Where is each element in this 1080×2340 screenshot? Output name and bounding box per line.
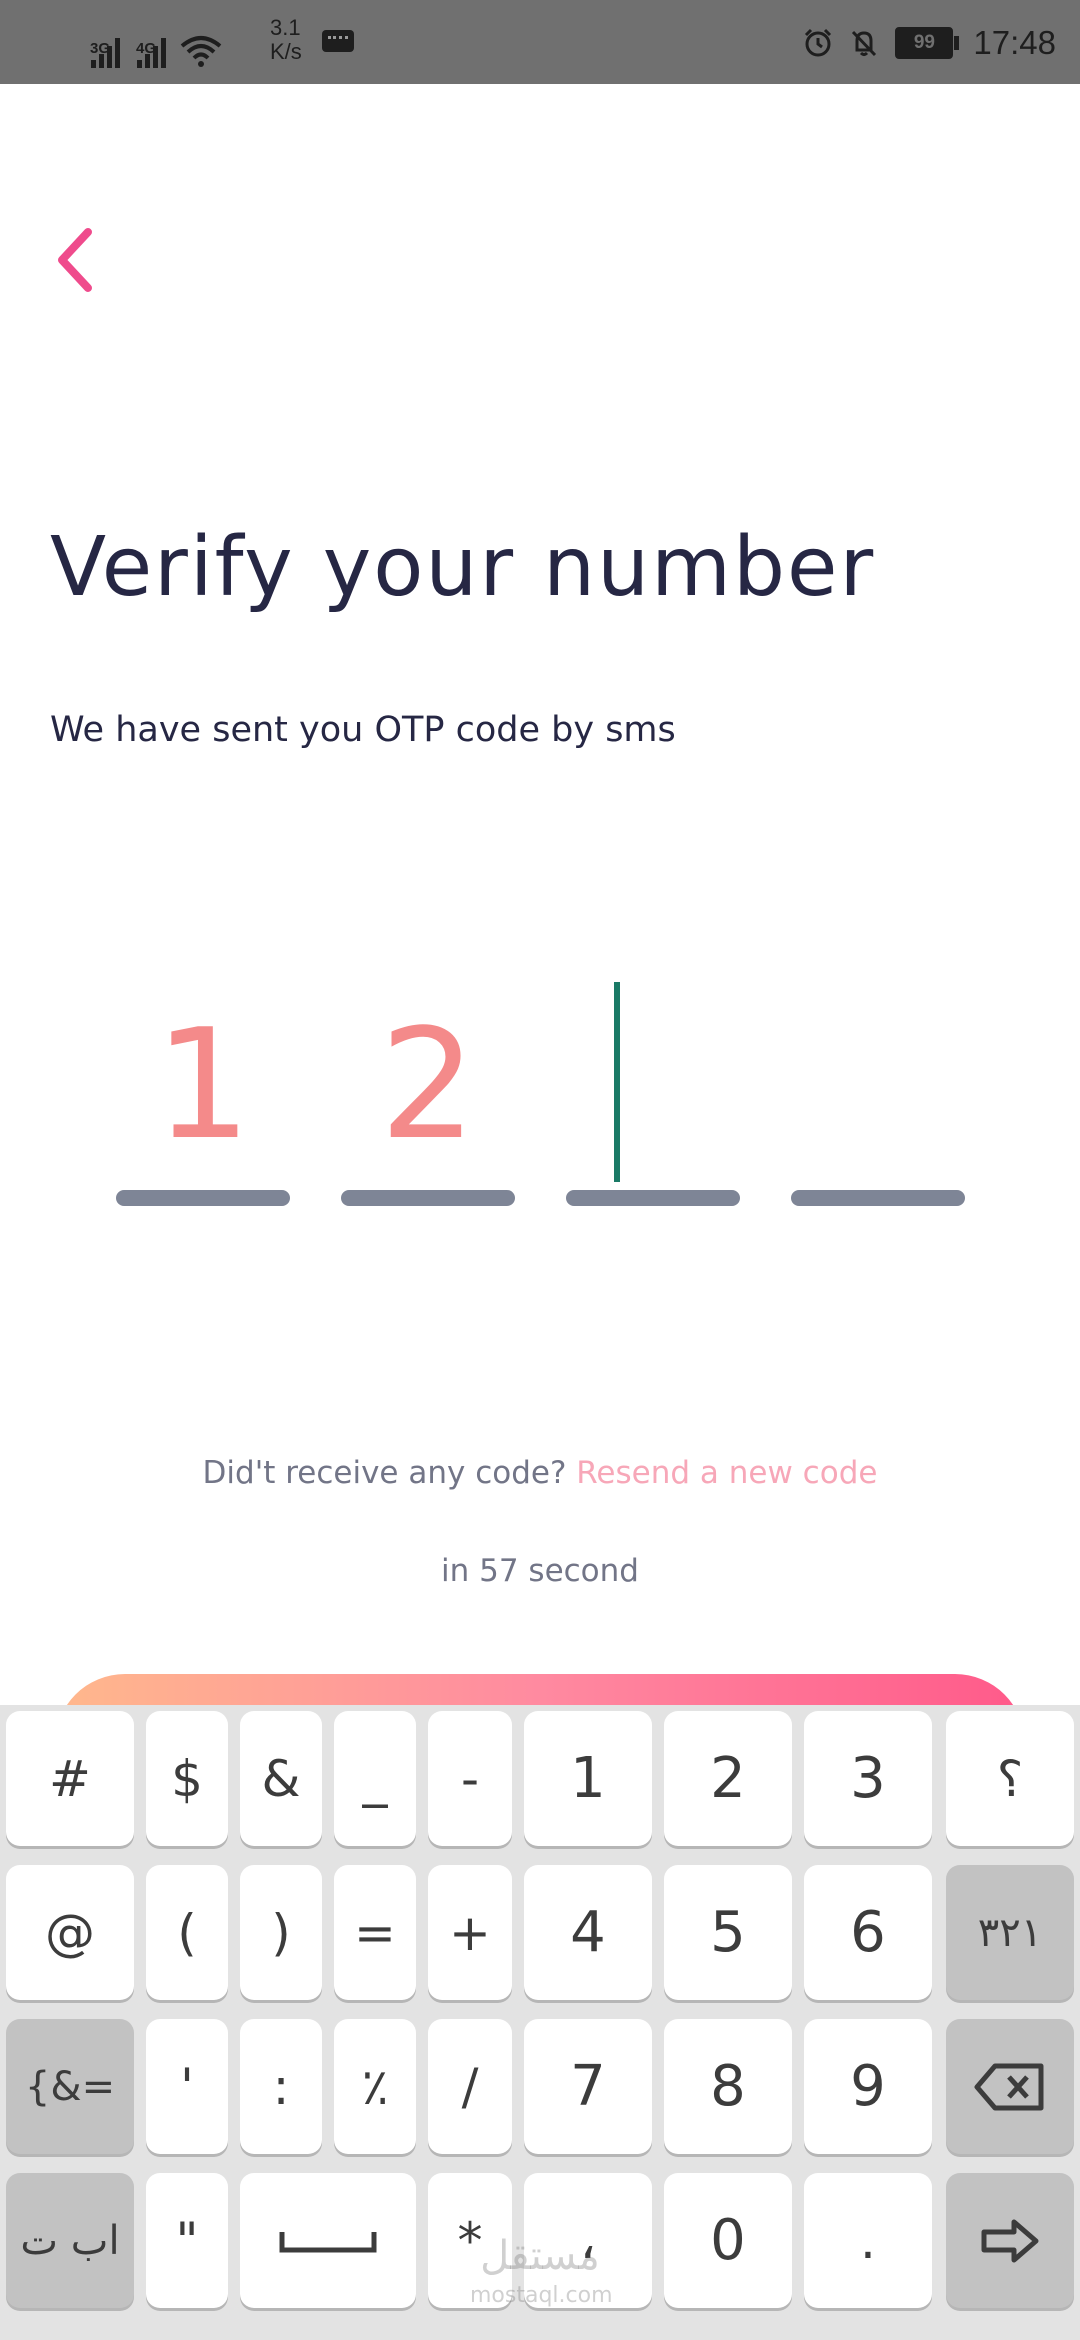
otp-digit-field-4[interactable] [791,960,965,1210]
otp-underline [341,1190,515,1206]
resend-code-link[interactable]: Resend a new code [576,1455,877,1491]
keyboard-icon [322,30,354,52]
wifi-icon [180,36,222,67]
enter-arrow-icon [981,2219,1039,2262]
key-symbols-toggle[interactable]: {&= [6,2019,134,2154]
key-arabic-digits-toggle[interactable]: ٣٢١ [946,1865,1074,2000]
key-7[interactable]: 7 [524,2019,652,2154]
key-hash[interactable]: # [6,1711,134,1846]
key-3[interactable]: 3 [804,1711,932,1846]
page-subtitle: We have sent you OTP code by sms [50,710,676,750]
key-double-quote[interactable]: " [146,2173,228,2308]
backspace-key[interactable] [946,2019,1074,2154]
watermark-logo: مستقل mostaql.com [470,2233,613,2316]
key-arabic-letters-toggle[interactable]: اب ت [6,2173,134,2308]
otp-underline [566,1190,740,1206]
watermark-text: مستقل [480,2233,600,2279]
key-plus[interactable]: + [428,1865,512,2000]
key-arabic-question[interactable]: ؟ [946,1711,1074,1846]
status-right: 99 17:48 [803,18,1056,68]
network-type-label: 4G [136,40,157,57]
key-8[interactable]: 8 [664,2019,792,2154]
key-equals[interactable]: = [334,1865,416,2000]
key-6[interactable]: 6 [804,1865,932,2000]
key-4[interactable]: 4 [524,1865,652,2000]
key-at[interactable]: @ [6,1865,134,2000]
key-paren-open[interactable]: ( [146,1865,228,2000]
resend-timer: in 57 second [441,1553,639,1589]
key-apostrophe[interactable]: ' [146,2019,228,2154]
signal-3g-icon: 3G [88,38,120,68]
network-speed: 3.1 K/s [270,16,302,64]
battery-icon: 99 [895,27,960,59]
key-minus[interactable]: - [428,1711,512,1846]
otp-digit: 2 [379,996,477,1173]
battery-level: 99 [913,32,935,53]
back-button[interactable] [40,220,110,300]
otp-underline [116,1190,290,1206]
space-bar-icon [279,2231,377,2252]
key-arabic-percent[interactable]: ٪ [334,2019,416,2154]
otp-digit-field-1[interactable]: 1 [116,960,290,1210]
key-underscore[interactable]: _ [334,1711,416,1846]
alarm-icon [805,28,832,57]
resend-row: Did't receive any code? Resend a new cod… [0,1455,1080,1491]
key-5[interactable]: 5 [664,1865,792,2000]
key-ampersand[interactable]: & [240,1711,322,1846]
key-0[interactable]: 0 [664,2173,792,2308]
otp-digit-field-2[interactable]: 2 [341,960,515,1210]
network-type-label: 3G [90,40,111,57]
status-left: 3G 4G [88,18,222,68]
key-dollar[interactable]: $ [146,1711,228,1846]
chevron-left-icon [58,228,92,292]
key-colon[interactable]: : [240,2019,322,2154]
key-9[interactable]: 9 [804,2019,932,2154]
key-paren-close[interactable]: ) [240,1865,322,2000]
otp-underline [791,1190,965,1206]
space-key[interactable] [240,2173,416,2308]
enter-key[interactable] [946,2173,1074,2308]
speed-value: 3.1 [270,15,301,40]
signal-4g-icon: 4G [134,38,166,68]
status-bar: 3G 4G 3.1 K/s 99 17:48 [0,0,1080,84]
backspace-icon [974,2063,1044,2110]
clock: 17:48 [973,24,1056,61]
watermark-sub: mostaql.com [470,2283,613,2308]
speed-unit: K/s [270,39,302,64]
text-cursor [614,982,620,1182]
notifications-off-icon [852,30,877,57]
otp-digit: 1 [154,996,252,1173]
key-period[interactable]: . [804,2173,932,2308]
otp-digit-field-3[interactable] [566,960,740,1210]
resend-prompt: Did't receive any code? [202,1455,567,1491]
key-1[interactable]: 1 [524,1711,652,1846]
key-slash[interactable]: / [428,2019,512,2154]
key-2[interactable]: 2 [664,1711,792,1846]
page-title: Verify your number [50,520,876,615]
